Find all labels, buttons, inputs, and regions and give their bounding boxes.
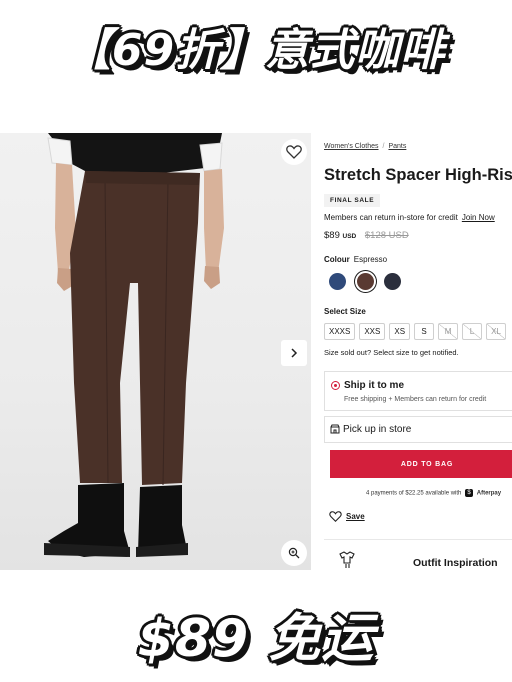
current-price: $89 — [324, 230, 340, 241]
promo-banner-top: 【69折】意式咖啡 — [66, 25, 446, 76]
size-option-xl[interactable]: XL — [486, 323, 507, 340]
chevron-right-icon — [291, 348, 298, 358]
promo-banner-bottom: $89 免运 — [137, 609, 375, 669]
swatch-navy[interactable] — [329, 273, 346, 290]
zoom-in-icon — [288, 547, 300, 559]
members-note: Members can return in-store for credit Jo… — [324, 213, 495, 222]
pick-up-in-store-option[interactable]: Pick up in store — [324, 416, 512, 443]
size-option-s[interactable]: S — [414, 323, 435, 340]
store-icon — [330, 424, 340, 434]
final-sale-badge: FINAL SALE — [324, 194, 381, 207]
breadcrumb-womens-clothes[interactable]: Women's Clothes — [324, 143, 379, 150]
size-option-m[interactable]: M — [438, 323, 459, 340]
colour-value: Espresso — [353, 255, 388, 264]
product-image[interactable] — [0, 133, 311, 570]
colour-row: Colour Espresso — [324, 255, 387, 264]
afterpay-note: 4 payments of $22.25 available with $ Af… — [366, 489, 501, 497]
save-label: Save — [346, 512, 365, 521]
ship-subtitle: Free shipping + Members can return for c… — [344, 396, 487, 403]
members-text: Members can return in-store for credit — [324, 213, 458, 222]
size-option-l[interactable]: L — [462, 323, 483, 340]
ship-title: Ship it to me — [344, 380, 404, 391]
outfit-title: Outfit Inspiration — [413, 557, 498, 569]
favorite-heart-button[interactable] — [281, 139, 307, 165]
add-to-bag-button[interactable]: ADD TO BAG — [330, 450, 512, 478]
size-option-xs[interactable]: XS — [389, 323, 411, 340]
radio-selected-icon — [331, 381, 340, 390]
original-price: $128 USD — [364, 230, 409, 241]
size-option-xxxs[interactable]: XXXS — [324, 323, 356, 340]
afterpay-brand: Afterpay — [476, 490, 502, 497]
swatch-dark-navy[interactable] — [384, 273, 401, 290]
currency: USD — [342, 233, 357, 240]
heart-outline-icon — [329, 511, 342, 522]
breadcrumb-separator: / — [382, 143, 385, 150]
pants-model-illustration — [44, 133, 224, 557]
size-selector: XXXS XXS XS S M L XL — [324, 323, 507, 340]
pickup-title: Pick up in store — [343, 424, 412, 435]
swatch-espresso[interactable] — [357, 273, 374, 290]
select-size-label: Select Size — [324, 307, 366, 316]
size-sold-out-note: Size sold out? Select size to get notifi… — [324, 348, 459, 357]
colour-label: Colour — [324, 255, 350, 264]
outfit-inspiration-section[interactable]: Outfit Inspiration — [324, 539, 512, 570]
size-option-xxs[interactable]: XXS — [359, 323, 386, 340]
save-button[interactable]: Save — [329, 511, 365, 522]
price: $89 USD $128 USD — [324, 230, 409, 241]
afterpay-icon: $ — [465, 489, 474, 497]
breadcrumb: Women's Clothes / Pants — [324, 143, 406, 150]
outfit-hanger-icon — [339, 551, 355, 568]
product-title: Stretch Spacer High-Rise — [324, 166, 512, 184]
ship-it-to-me-option[interactable]: Ship it to me Free shipping + Members ca… — [324, 371, 512, 411]
heart-icon — [286, 145, 302, 159]
next-image-button[interactable] — [281, 340, 307, 366]
afterpay-text: 4 payments of $22.25 available with — [366, 490, 462, 497]
zoom-button[interactable] — [281, 540, 307, 566]
product-info-panel: Women's Clothes / Pants Stretch Spacer Hig… — [324, 133, 512, 570]
join-now-link[interactable]: Join Now — [462, 213, 495, 222]
breadcrumb-pants[interactable]: Pants — [388, 143, 406, 150]
